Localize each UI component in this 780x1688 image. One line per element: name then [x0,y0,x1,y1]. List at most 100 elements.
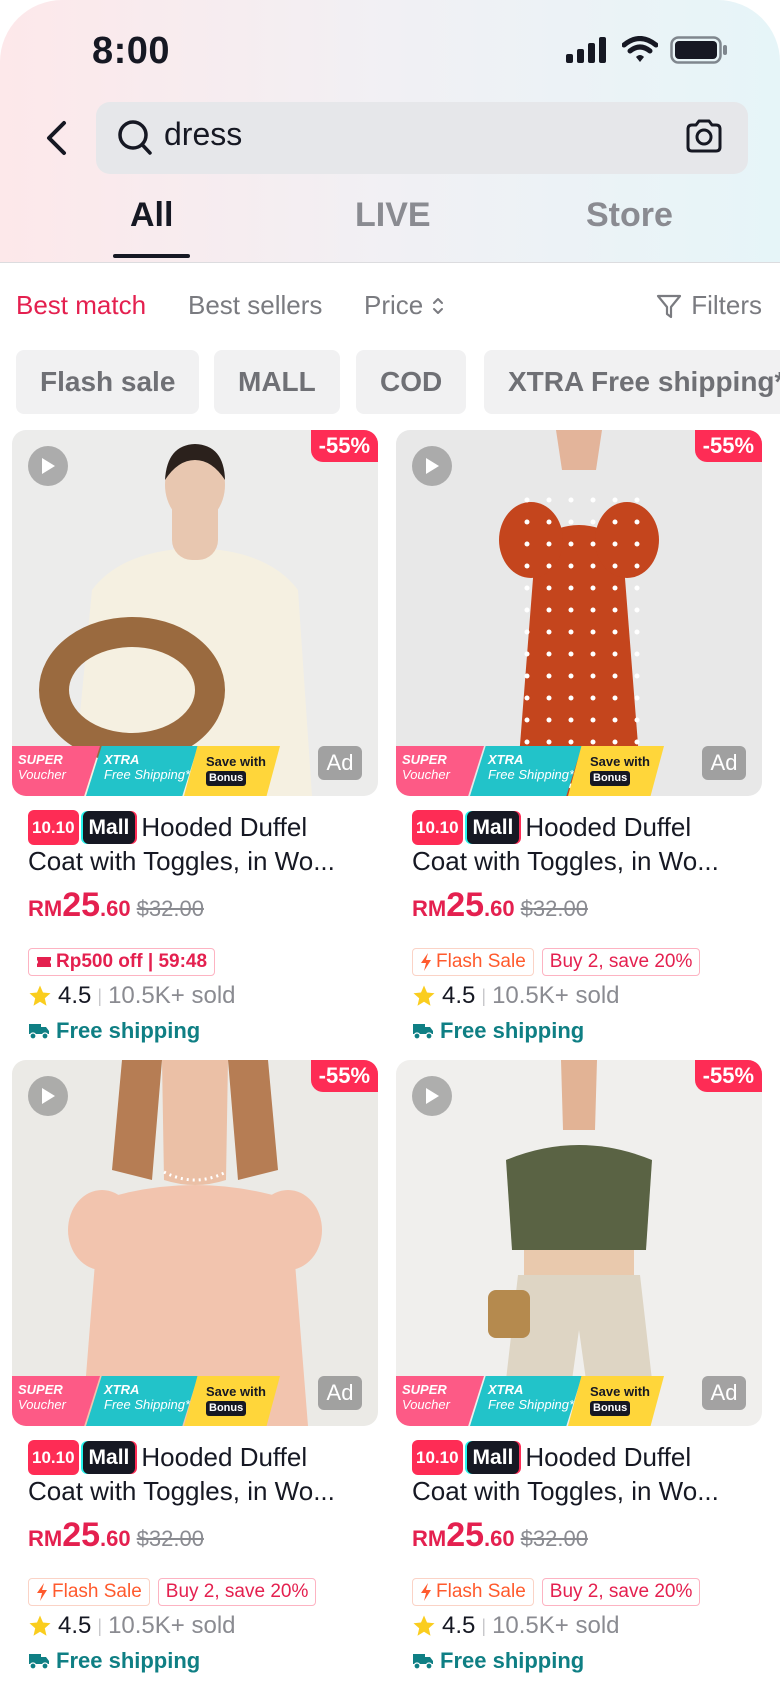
label-1010: 10.10 [412,1440,463,1475]
rating-separator: | [97,1615,103,1636]
price-integer: 25 [62,1516,101,1554]
title-line-2: Coat with Toggles, in Wo... [412,846,719,876]
sort-price[interactable]: Price [364,290,445,321]
product-card-1[interactable]: -55% SUPER Voucher XTRA Free Shipping* S… [12,430,378,1050]
chip-cod[interactable]: COD [356,350,467,414]
xtra-shipping-badge: XTRA Free Shipping* [470,1376,582,1426]
original-price: $32.00 [520,1526,588,1551]
flash-sale-tag: Flash Sale [412,948,534,976]
wifi-icon [622,36,658,62]
xtra-free-shipping-label: Free Shipping* [488,1397,574,1412]
free-shipping: Free shipping [412,1648,584,1674]
xtra-free-shipping-label: Free Shipping* [104,767,190,782]
star-icon [413,1615,435,1636]
ad-badge: Ad [318,1376,362,1410]
rating-row: 4.5 | 10.5K+ sold [412,1612,620,1640]
save-bonus-badge: Save with Bonus [568,746,664,796]
flash-sale-tag-label: Flash Sale [436,951,526,972]
bonus-label: Bonus [590,1401,631,1416]
mall-badge: Mall [82,1441,136,1474]
price: RM25.60 $32.00 [28,886,204,925]
product-photo [396,430,762,796]
divider [0,262,780,263]
voucher-label: Voucher [18,1397,66,1412]
mall-badge: Mall [82,811,136,844]
sort-best-sellers[interactable]: Best sellers [188,290,322,321]
sold-count: 10.5K+ sold [492,1612,620,1639]
free-shipping-label: Free shipping [440,1018,585,1043]
save-bonus-badge: Save with Bonus [184,746,280,796]
product-card-2[interactable]: -55% SUPER Voucher XTRA Free Shipping* S… [396,430,762,1050]
tab-live[interactable]: LIVE [355,196,431,235]
tab-store[interactable]: Store [586,196,673,235]
price: RM25.60 $32.00 [28,1516,204,1555]
lightning-icon [37,1583,47,1601]
voucher-label: Voucher [402,767,450,782]
chip-flash-sale[interactable]: Flash sale [16,350,200,414]
lightning-icon [421,953,431,971]
truck-icon [29,1024,49,1040]
discount-badge: -55% [310,1060,378,1092]
bonus-label: Bonus [206,1401,247,1416]
price-integer: 25 [446,886,485,924]
promo-tags: Flash Sale Buy 2, save 20% [412,948,701,976]
product-title[interactable]: 10.10 Mall Hooded Duffel Coat with Toggles… [412,810,752,878]
price-currency: RM [28,896,63,921]
price-decimal: .60 [484,896,515,921]
title-line-1: Hooded Duffel [525,1442,692,1472]
price-integer: 25 [62,886,101,924]
free-shipping: Free shipping [28,1648,200,1674]
super-label: SUPER [402,1382,447,1397]
play-icon[interactable] [28,446,68,486]
filters-button[interactable]: Filters [655,290,762,321]
sold-count: 10.5K+ sold [108,982,236,1009]
chip-xtra-free-shipping[interactable]: XTRA Free shipping* [484,350,780,414]
sold-count: 10.5K+ sold [108,1612,236,1639]
product-photo [396,1060,762,1426]
original-price: $32.00 [136,896,204,921]
sort-toggle-icon [433,297,444,314]
sort-bar: Best match Best sellers Price Filters [0,290,780,330]
status-icons [566,36,728,64]
bonus-label: Bonus [206,771,247,786]
tab-underline [113,254,190,258]
price-currency: RM [28,1526,63,1551]
bundle-deal-tag: Buy 2, save 20% [157,1578,317,1606]
promo-tags: Flash Sale Buy 2, save 20% [412,1578,701,1606]
lightning-icon [421,1583,431,1601]
search-query: dress [164,116,243,152]
play-icon[interactable] [28,1076,68,1116]
product-title[interactable]: 10.10 Mall Hooded Duffel Coat with Toggles… [28,1440,368,1508]
camera-icon[interactable] [684,116,724,156]
rating-row: 4.5 | 10.5K+ sold [28,982,236,1010]
back-button[interactable] [36,112,76,164]
save-bonus-badge: Save with Bonus [184,1376,280,1426]
product-image[interactable]: -55% SUPER Voucher XTRA Free Shipping* S… [12,430,378,796]
chip-mall[interactable]: MALL [214,350,340,414]
product-title[interactable]: 10.10 Mall Hooded Duffel Coat with Toggles… [28,810,368,878]
voucher-icon [37,957,51,967]
product-card-4[interactable]: -55% SUPER Voucher XTRA Free Shipping* S… [396,1060,762,1680]
filter-chips: Flash sale MALL COD XTRA Free shipping* [0,350,780,414]
product-image[interactable]: -55% SUPER Voucher XTRA Free Shipping* S… [396,1060,762,1426]
sort-best-match[interactable]: Best match [16,290,146,321]
battery-icon [670,36,727,64]
price-decimal: .60 [100,1526,131,1551]
chevron-left-icon [47,121,66,155]
play-icon[interactable] [412,446,452,486]
product-card-3[interactable]: -55% SUPER Voucher XTRA Free Shipping* S… [12,1060,378,1680]
product-image[interactable]: -55% SUPER Voucher XTRA Free Shipping* S… [12,1060,378,1426]
xtra-shipping-badge: XTRA Free Shipping* [86,1376,198,1426]
search-input[interactable]: dress [96,102,748,174]
tab-all[interactable]: All [130,196,173,235]
ad-badge: Ad [318,746,362,780]
super-label: SUPER [18,752,63,767]
mall-badge: Mall [466,1441,520,1474]
sold-count: 10.5K+ sold [492,982,620,1009]
filter-icon [657,294,682,318]
promo-strip: SUPER Voucher XTRA Free Shipping* Save w… [396,746,672,796]
play-icon[interactable] [412,1076,452,1116]
product-image[interactable]: -55% SUPER Voucher XTRA Free Shipping* S… [396,430,762,796]
product-title[interactable]: 10.10 Mall Hooded Duffel Coat with Toggles… [412,1440,752,1508]
flash-sale-tag-label: Flash Sale [52,1581,142,1602]
